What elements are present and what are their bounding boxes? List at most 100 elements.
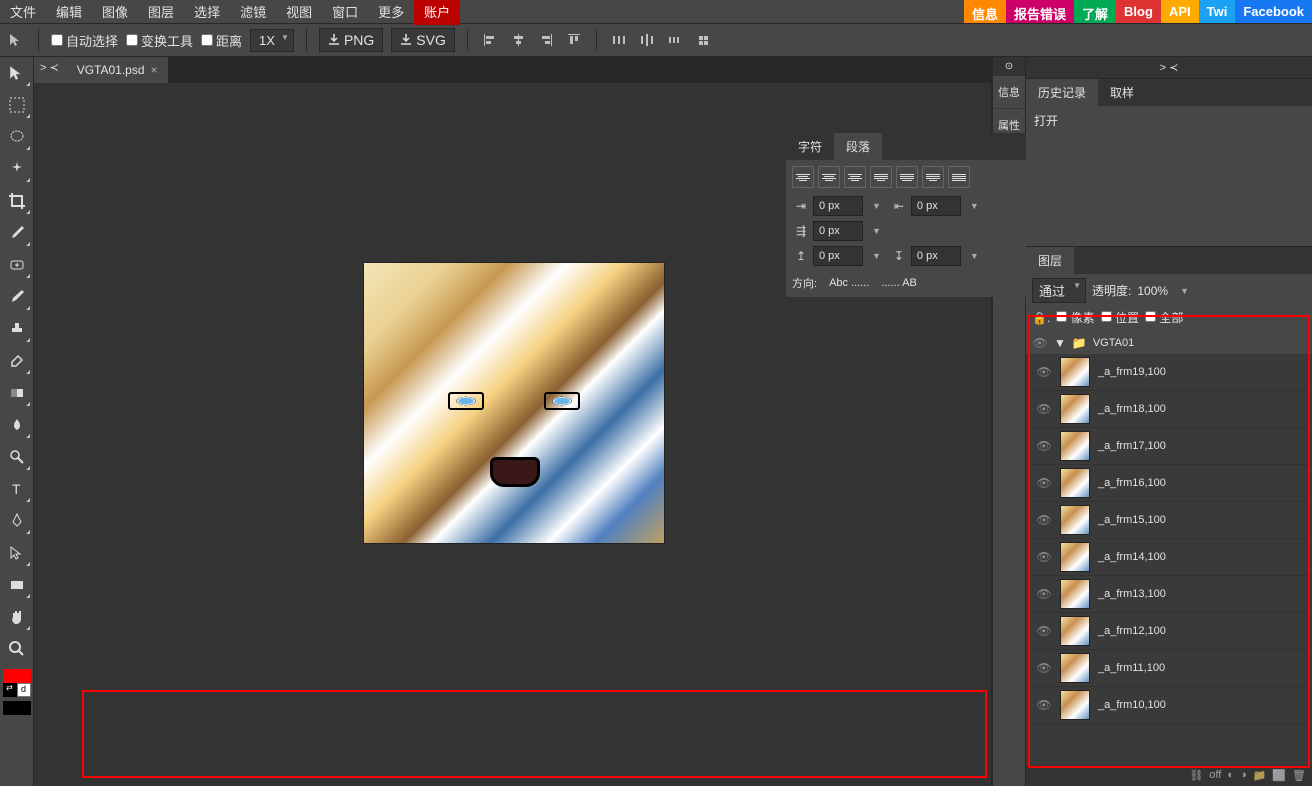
distribute-h-icon[interactable] [609, 30, 629, 50]
adjustment-layer-icon[interactable]: ◑ [1240, 769, 1247, 782]
hand-tool[interactable] [2, 602, 32, 632]
lock-pixels-checkbox[interactable]: 像素 [1056, 309, 1094, 326]
visibility-icon[interactable]: 👁 [1036, 365, 1052, 379]
side-tab-info[interactable]: 信息 [993, 76, 1025, 109]
type-tool[interactable]: T [2, 474, 32, 504]
menu-window[interactable]: 窗口 [322, 0, 368, 25]
foreground-color[interactable] [3, 669, 31, 683]
gradient-tool[interactable] [2, 378, 32, 408]
align-top-icon[interactable] [564, 30, 584, 50]
move-tool-icon[interactable] [6, 30, 26, 50]
menu-view[interactable]: 视图 [276, 0, 322, 25]
mini-panel-collapse[interactable]: ⊙ [993, 57, 1025, 76]
distance-checkbox[interactable]: 距离 [201, 31, 242, 50]
lock-position-checkbox[interactable]: 位置 [1101, 309, 1139, 326]
link-blog[interactable]: Blog [1116, 0, 1161, 23]
layer-row[interactable]: 👁_a_frm17,100 [1026, 428, 1312, 465]
align-right-icon[interactable] [844, 166, 866, 188]
direction-ltr[interactable]: Abc ...... [829, 277, 869, 289]
lock-all-checkbox[interactable]: 全部 [1145, 309, 1183, 326]
justify-all-icon[interactable] [948, 166, 970, 188]
dropdown-icon[interactable]: ▼ [964, 251, 985, 261]
space-after-input[interactable] [911, 246, 961, 266]
link-report-bug[interactable]: 报告错误 [1006, 0, 1074, 23]
layer-row[interactable]: 👁_a_frm19,100 [1026, 354, 1312, 391]
layer-mask-icon[interactable]: ◐ [1227, 769, 1234, 782]
layer-row[interactable]: 👁_a_frm10,100 [1026, 687, 1312, 724]
align-left-icon[interactable] [792, 166, 814, 188]
transform-checkbox[interactable]: 变换工具 [126, 31, 193, 50]
link-facebook[interactable]: Facebook [1235, 0, 1312, 23]
dropdown-icon[interactable]: ▼ [866, 226, 887, 236]
zoom-tool[interactable] [2, 634, 32, 664]
more-options-icon[interactable] [693, 30, 713, 50]
justify-center-icon[interactable] [896, 166, 918, 188]
menu-edit[interactable]: 编辑 [46, 0, 92, 25]
new-layer-icon[interactable]: ⬜ [1272, 769, 1286, 782]
tab-history[interactable]: 历史记录 [1026, 79, 1098, 106]
layer-row[interactable]: 👁_a_frm16,100 [1026, 465, 1312, 502]
dropdown-icon[interactable]: ▼ [866, 251, 887, 261]
space-before-input[interactable] [813, 246, 863, 266]
align-center-h-icon[interactable] [508, 30, 528, 50]
path-select-tool[interactable] [2, 538, 32, 568]
link-layers-icon[interactable]: ⛓ [1189, 769, 1203, 782]
distribute-v-icon[interactable] [665, 30, 685, 50]
layer-row[interactable]: 👁_a_frm15,100 [1026, 502, 1312, 539]
dropdown-icon[interactable]: ▼ [964, 201, 985, 211]
visibility-icon[interactable]: 👁 [1036, 698, 1052, 712]
stamp-tool[interactable] [2, 314, 32, 344]
auto-select-checkbox[interactable]: 自动选择 [51, 31, 118, 50]
visibility-icon[interactable]: 👁 [1036, 550, 1052, 564]
tab-sample[interactable]: 取样 [1098, 79, 1146, 106]
distribute-center-icon[interactable] [637, 30, 657, 50]
dropdown-icon[interactable]: ▼ [866, 201, 887, 211]
layer-row[interactable]: 👁_a_frm18,100 [1026, 391, 1312, 428]
direction-rtl[interactable]: ...... AB [881, 277, 916, 289]
tab-collapse-toggle[interactable]: > ≺ [34, 57, 65, 83]
link-twitter[interactable]: Twi [1199, 0, 1236, 23]
footer-off[interactable]: off [1209, 769, 1221, 782]
menu-more[interactable]: 更多 [368, 0, 414, 25]
far-right-collapse[interactable]: > ≺ [1026, 57, 1312, 79]
layer-row[interactable]: 👁_a_frm14,100 [1026, 539, 1312, 576]
link-info[interactable]: 信息 [964, 0, 1006, 23]
menu-layer[interactable]: 图层 [138, 0, 184, 25]
visibility-icon[interactable]: 👁 [1036, 476, 1052, 490]
document-tab[interactable]: VGTA01.psd × [65, 57, 169, 83]
blur-tool[interactable] [2, 410, 32, 440]
eraser-tool[interactable] [2, 346, 32, 376]
visibility-icon[interactable]: 👁 [1036, 587, 1052, 601]
tab-character[interactable]: 字符 [786, 133, 834, 160]
brush-tool[interactable] [2, 282, 32, 312]
chevron-down-icon[interactable]: ▼ [1054, 336, 1066, 350]
export-png-button[interactable]: PNG [319, 28, 383, 52]
indent-left-input[interactable] [813, 196, 863, 216]
visibility-icon[interactable]: 👁 [1036, 439, 1052, 453]
visibility-icon[interactable]: 👁 [1036, 661, 1052, 675]
history-item[interactable]: 打开 [1034, 112, 1304, 129]
align-center-icon[interactable] [818, 166, 840, 188]
align-right-icon[interactable] [536, 30, 556, 50]
tab-layers[interactable]: 图层 [1026, 247, 1074, 274]
first-line-indent-input[interactable] [813, 221, 863, 241]
tab-paragraph[interactable]: 段落 [834, 133, 882, 160]
crop-tool[interactable] [2, 186, 32, 216]
heal-tool[interactable] [2, 250, 32, 280]
blend-mode-select[interactable]: 通过 [1032, 278, 1086, 303]
background-color[interactable] [3, 701, 31, 715]
visibility-icon[interactable]: 👁 [1036, 624, 1052, 638]
swap-colors[interactable]: ⇄d [3, 683, 31, 697]
layer-group-row[interactable]: 👁 ▼ 📁 VGTA01 [1026, 332, 1312, 354]
marquee-tool[interactable] [2, 90, 32, 120]
lasso-tool[interactable] [2, 122, 32, 152]
menu-filter[interactable]: 滤镜 [230, 0, 276, 25]
new-folder-icon[interactable]: 📁 [1253, 769, 1267, 782]
layer-row[interactable]: 👁_a_frm12,100 [1026, 613, 1312, 650]
opacity-value[interactable]: 100% [1137, 284, 1168, 298]
dropdown-icon[interactable]: ▼ [1174, 286, 1195, 296]
visibility-icon[interactable]: 👁 [1036, 402, 1052, 416]
eyedropper-tool[interactable] [2, 218, 32, 248]
dodge-tool[interactable] [2, 442, 32, 472]
wand-tool[interactable] [2, 154, 32, 184]
